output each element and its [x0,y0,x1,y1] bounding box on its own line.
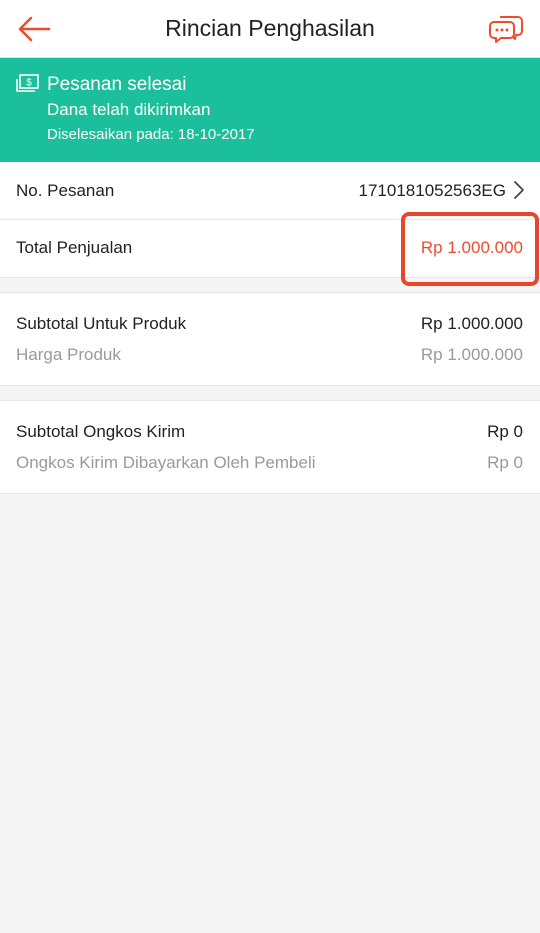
completion-date: Diselesaikan pada: 18-10-2017 [47,126,255,143]
chat-button[interactable] [486,10,526,48]
product-subtotal-label: Subtotal Untuk Produk [16,314,187,333]
buyer-shipping-value: Rp 0 [487,453,523,472]
product-subtotal-card: Subtotal Untuk Produk Rp 1.000.000 Harga… [0,292,540,386]
shipping-subtotal-label: Subtotal Ongkos Kirim [16,422,186,441]
status-subtitle: Dana telah dikirimkan [47,100,211,119]
chevron-right-icon [514,181,524,199]
svg-text:$: $ [26,78,32,89]
arrow-left-icon [18,16,51,42]
product-price-label: Harga Produk [16,345,121,364]
shipping-subtotal-card: Subtotal Ongkos Kirim Rp 0 Ongkos Kirim … [0,400,540,494]
product-subtotal-value: Rp 1.000.000 [420,314,523,333]
highlight-box [401,212,539,286]
back-button[interactable] [14,12,54,46]
buyer-shipping-label: Ongkos Kirim Dibayarkan Oleh Pembeli [16,453,316,472]
order-number-label: No. Pesanan [16,181,115,200]
product-price-value: Rp 1.000.000 [420,345,523,364]
order-status-banner: $ Pesanan selesai Dana telah dikirimkan … [0,58,540,162]
total-sales-label: Total Penjualan [16,238,133,257]
order-number-value: 1710181052563EG [358,181,506,200]
shipping-subtotal-value: Rp 0 [487,422,523,441]
money-icon: $ [16,74,39,92]
page-title: Rincian Penghasilan [165,15,375,41]
status-title: Pesanan selesai [47,74,187,95]
chat-bubbles-icon [489,16,523,43]
app-header: Rincian Penghasilan [0,0,540,58]
